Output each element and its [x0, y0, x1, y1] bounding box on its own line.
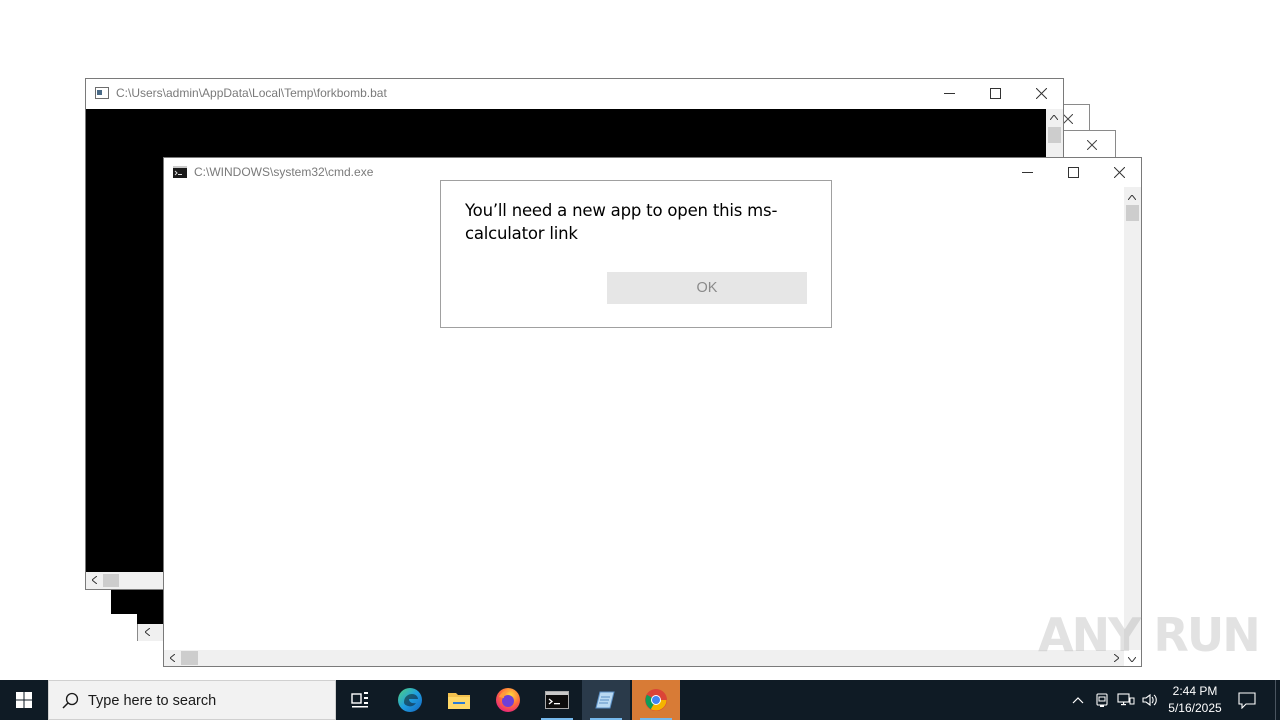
- dialog-message: You’ll need a new app to open this ms-ca…: [465, 201, 778, 243]
- minimize-icon: [943, 92, 955, 94]
- anyrun-watermark: ANY RUN: [1038, 608, 1261, 662]
- horizontal-scrollbar[interactable]: [164, 650, 1124, 666]
- folder-icon: [448, 693, 470, 709]
- close-icon: [1035, 88, 1047, 99]
- console-app-icon: [95, 87, 109, 99]
- action-center-button[interactable]: [1237, 690, 1257, 710]
- console-fragment: [111, 590, 137, 614]
- scroll-left-icon[interactable]: [164, 650, 180, 666]
- windows-logo-icon: [16, 692, 32, 708]
- speaker-icon: [1142, 693, 1157, 707]
- chrome-icon: [645, 689, 667, 711]
- notification-icon: [1238, 691, 1256, 709]
- scroll-up-icon[interactable]: [1124, 189, 1140, 205]
- tray-network[interactable]: [1116, 690, 1136, 710]
- scroll-left-icon[interactable]: [86, 572, 102, 588]
- network-icon: [1117, 693, 1135, 706]
- device-icon: [1096, 693, 1108, 707]
- horizontal-scrollbar[interactable]: [137, 624, 165, 641]
- scroll-thumb[interactable]: [1048, 127, 1061, 143]
- maximize-icon: [1067, 167, 1079, 178]
- scroll-thumb[interactable]: [1126, 205, 1139, 221]
- window-title: C:\Users\admin\AppData\Local\Temp\forkbo…: [116, 86, 387, 100]
- close-icon: [1113, 167, 1125, 178]
- search-box[interactable]: Type here to search: [48, 680, 336, 720]
- close-button[interactable]: [1096, 158, 1142, 187]
- tray-overflow-button[interactable]: [1068, 690, 1088, 710]
- forkbomb-titlebar[interactable]: C:\Users\admin\AppData\Local\Temp\forkbo…: [86, 79, 1063, 108]
- vertical-scrollbar[interactable]: [1124, 187, 1141, 662]
- clock-date: 5/16/2025: [1168, 701, 1222, 715]
- close-button[interactable]: [1018, 79, 1064, 108]
- edge-icon: [398, 688, 422, 712]
- ok-button[interactable]: OK: [607, 272, 807, 304]
- scroll-thumb[interactable]: [181, 651, 198, 665]
- cmd-icon: [545, 691, 569, 709]
- start-button[interactable]: [0, 680, 48, 720]
- clock-time: 2:44 PM: [1172, 684, 1218, 698]
- search-icon: [62, 692, 79, 709]
- scroll-up-icon[interactable]: [1046, 109, 1062, 125]
- chevron-up-icon: [1072, 697, 1084, 704]
- tray-meet-now[interactable]: [1092, 690, 1112, 710]
- taskbar-cmd[interactable]: [533, 680, 581, 720]
- taskbar-firefox[interactable]: [484, 680, 532, 720]
- close-icon: [1063, 114, 1073, 124]
- close-button[interactable]: [1069, 131, 1115, 159]
- tray-volume[interactable]: [1140, 690, 1160, 710]
- window-title: C:\WINDOWS\system32\cmd.exe: [194, 165, 374, 179]
- show-desktop-button[interactable]: [1275, 680, 1280, 720]
- maximize-icon: [989, 88, 1001, 99]
- cmd-app-icon: [173, 166, 187, 178]
- minimize-button[interactable]: [926, 79, 972, 108]
- task-view-icon: [351, 692, 368, 708]
- minimize-button[interactable]: [1004, 158, 1050, 187]
- taskbar-notepad[interactable]: [582, 680, 630, 720]
- taskbar-file-explorer[interactable]: [435, 680, 483, 720]
- firefox-icon: [496, 688, 520, 712]
- maximize-button[interactable]: [1050, 158, 1096, 187]
- taskbar-clock[interactable]: 2:44 PM 5/16/2025: [1162, 683, 1228, 717]
- scroll-left-icon[interactable]: [139, 624, 155, 640]
- minimize-icon: [1021, 171, 1033, 173]
- notepad-icon: [595, 691, 615, 709]
- taskbar-edge[interactable]: [386, 680, 434, 720]
- taskbar: Type here to search 2:44 PM 5/16/2025: [0, 680, 1280, 720]
- console-fragment: [137, 590, 163, 624]
- app-not-found-dialog: You’ll need a new app to open this ms-ca…: [440, 180, 832, 328]
- scroll-thumb[interactable]: [103, 574, 119, 587]
- taskbar-chrome[interactable]: [632, 680, 680, 720]
- search-placeholder: Type here to search: [88, 693, 217, 709]
- maximize-button[interactable]: [972, 79, 1018, 108]
- close-icon: [1087, 140, 1097, 150]
- task-view-button[interactable]: [336, 680, 384, 720]
